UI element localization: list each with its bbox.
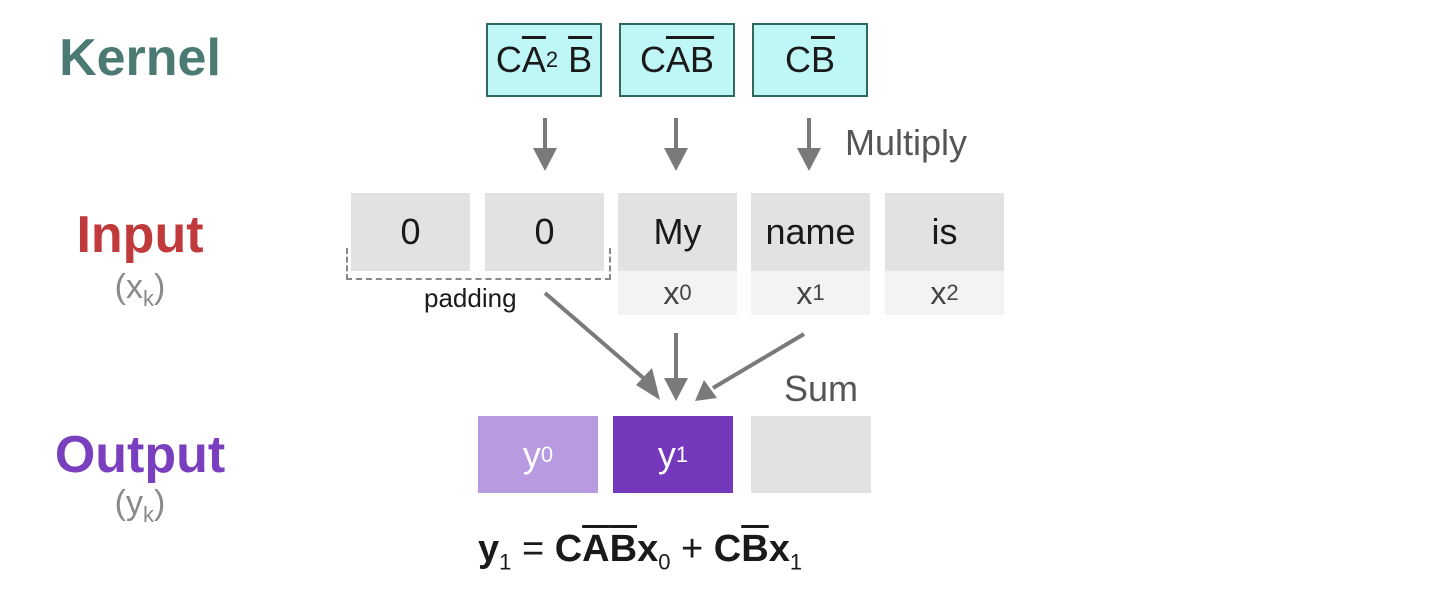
multiply-arrow-1: [664, 118, 688, 171]
formula-c: C: [713, 528, 742, 570]
var-x: x: [663, 274, 680, 311]
var-x: x: [930, 274, 947, 311]
multiply-arrow-0: [533, 118, 557, 171]
var-index: 1: [812, 280, 825, 305]
formula-b-bar: B: [609, 528, 638, 570]
formula-c: C: [554, 528, 583, 570]
input-token-0: My: [618, 193, 737, 271]
padding-label: padding: [424, 283, 517, 313]
output-box-0: y0: [478, 416, 598, 493]
input-var-0: x0: [618, 271, 737, 315]
formula-y-index: 1: [499, 549, 512, 575]
var-index: 2: [946, 280, 959, 305]
formula-b-bar: B: [741, 528, 769, 570]
sum-label: Sum: [784, 368, 859, 409]
out-index: 0: [540, 441, 554, 467]
output-box-2: [751, 416, 871, 493]
padding-bracket: [346, 248, 611, 280]
input-var-1: x1: [751, 271, 870, 315]
var-x: x: [796, 274, 813, 311]
formula-x-index: 0: [658, 549, 671, 575]
formula-x: x: [768, 528, 790, 570]
var-index: 0: [679, 280, 692, 305]
formula-equals: =: [521, 528, 545, 570]
formula-x-index: 1: [789, 549, 803, 575]
multiply-arrow-2: [797, 118, 821, 171]
sum-arrow-x0: [664, 333, 688, 401]
multiply-label: Multiply: [845, 122, 968, 163]
out-var: y: [522, 433, 541, 475]
formula-plus: +: [681, 528, 704, 570]
output-box-1: y1: [613, 416, 733, 493]
out-var: y: [657, 433, 676, 475]
input-token-2: is: [885, 193, 1004, 271]
out-index: 1: [675, 441, 689, 467]
formula-a-bar: A: [582, 528, 610, 570]
formula-y: y: [478, 528, 500, 570]
input-token-1: name: [751, 193, 870, 271]
formula-x: x: [637, 528, 659, 570]
output-formula: y1 = CABx0 + CBx1: [478, 528, 802, 576]
input-var-2: x2: [885, 271, 1004, 315]
